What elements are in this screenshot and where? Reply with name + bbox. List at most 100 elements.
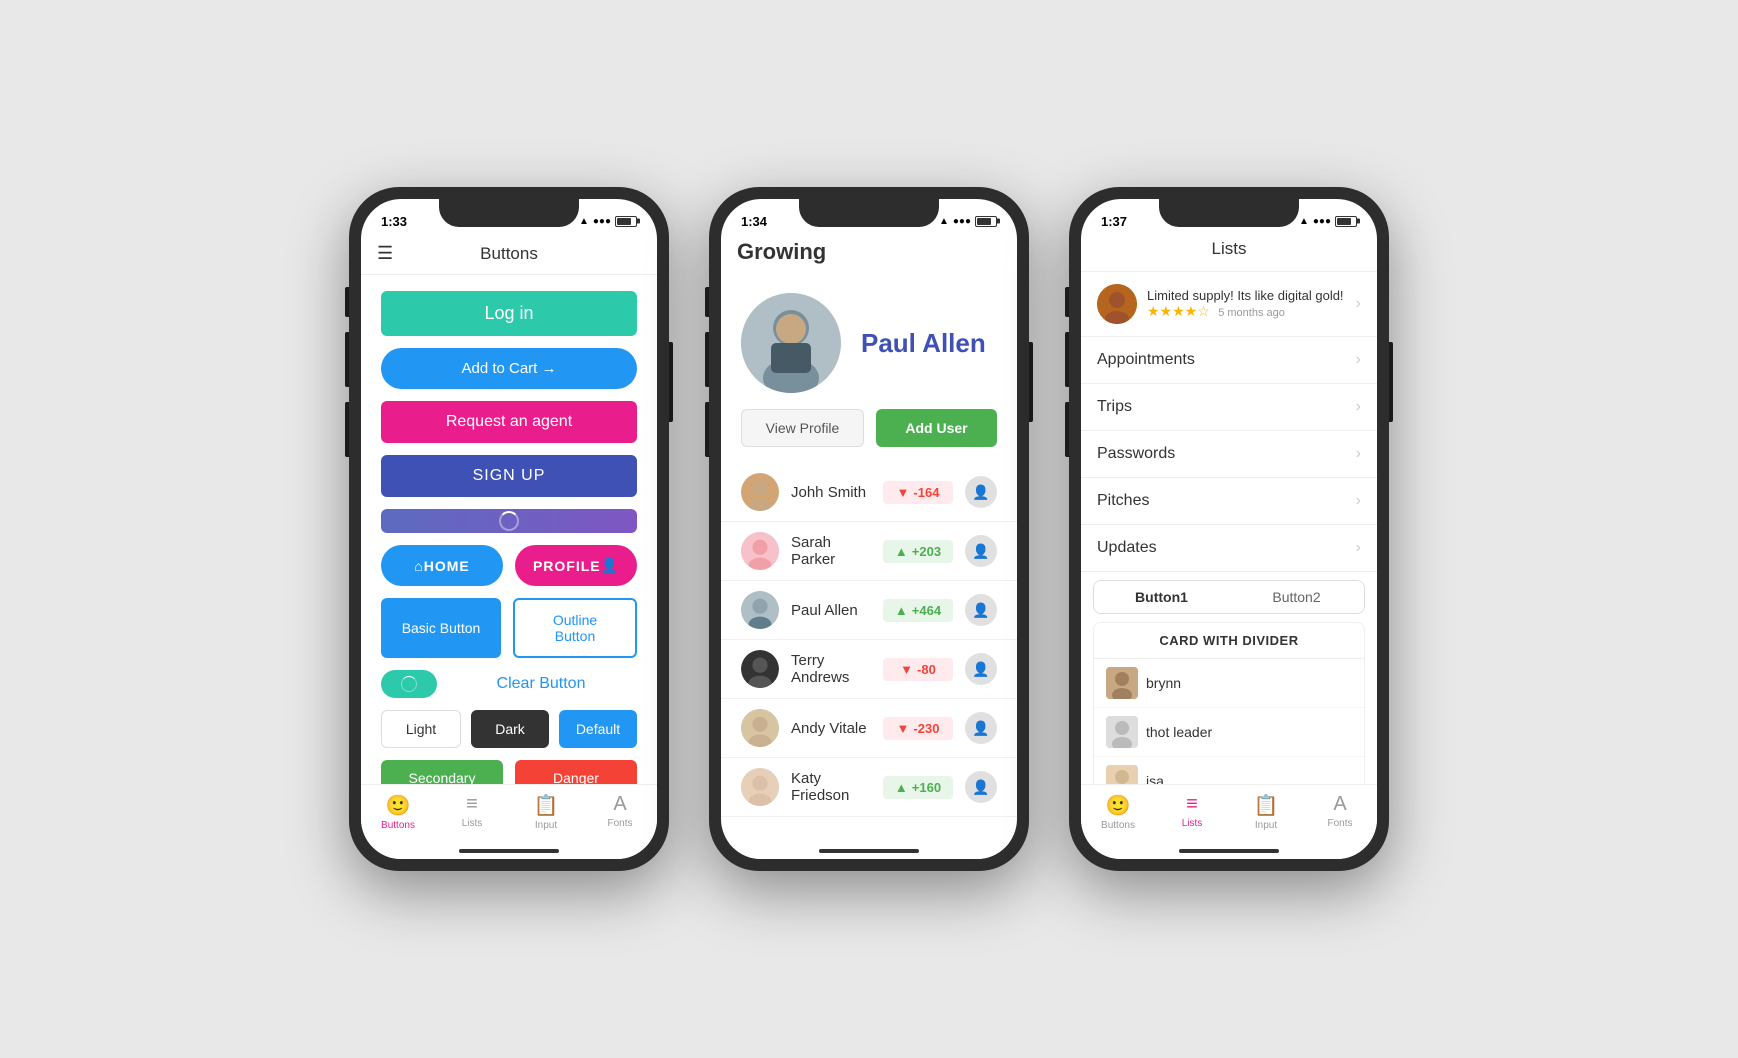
user-action-icon[interactable]: 👤 [965, 535, 997, 567]
menu-item-trips[interactable]: Trips › [1081, 384, 1377, 431]
signup-button[interactable]: SIGN UP [381, 455, 637, 497]
danger-button[interactable]: Danger [515, 760, 637, 784]
tab-fonts-3[interactable]: A Fonts [1303, 793, 1377, 831]
loading-button[interactable] [381, 509, 637, 533]
user-score-2: ▲ +464 [883, 599, 953, 622]
tab-fonts[interactable]: A Fonts [583, 793, 657, 831]
home-bar-2 [819, 849, 919, 853]
phone2-header: Growing [721, 235, 1017, 277]
user-action-icon[interactable]: 👤 [965, 653, 997, 685]
tab-bar-3: 🙂 Buttons ≡ Lists 📋 Input A Fonts [1081, 784, 1377, 843]
user-action-icon[interactable]: 👤 [965, 594, 997, 626]
input-icon: 📋 [534, 793, 559, 818]
hamburger-icon[interactable]: ☰ [377, 243, 393, 264]
list-icon: ≡ [466, 793, 478, 816]
phone1-header: ☰ Buttons [361, 235, 657, 275]
login-button[interactable]: Log in [381, 291, 637, 336]
menu-item-pitches[interactable]: Pitches › [1081, 478, 1377, 525]
signal-icon-3: ●●● [1313, 216, 1331, 227]
view-profile-button[interactable]: View Profile [741, 409, 864, 447]
score-arrow: ▼ [900, 662, 913, 677]
profile-section: Paul Allen [721, 277, 1017, 409]
user-row: Andy Vitale ▼ -230 👤 [721, 699, 1017, 758]
card-username: brynn [1146, 675, 1181, 691]
menu-item-updates[interactable]: Updates › [1081, 525, 1377, 572]
phone-3-screen: 1:37 ▲ ●●● Lists Limited supply! Its lik… [1081, 199, 1377, 859]
fonts-icon-3: A [1333, 793, 1346, 816]
menu-label: Trips [1097, 398, 1132, 416]
tab-buttons-3[interactable]: 🙂 Buttons [1081, 793, 1155, 831]
user-action-icon[interactable]: 👤 [965, 476, 997, 508]
tab-fonts-label: Fonts [607, 818, 632, 829]
user-list: Johh Smith ▼ -164 👤 Sarah Parker ▲ + [721, 463, 1017, 843]
user-action-icon[interactable]: 👤 [965, 712, 997, 744]
tab-input[interactable]: 📋 Input [509, 793, 583, 831]
user-row: Paul Allen ▲ +464 👤 [721, 581, 1017, 640]
buttons-content: Log in Add to Cart → Request an agent SI… [361, 275, 657, 784]
default-button[interactable]: Default [559, 710, 637, 748]
toggle-button[interactable] [381, 670, 437, 698]
phone-3: 1:37 ▲ ●●● Lists Limited supply! Its lik… [1069, 187, 1389, 871]
smiley-icon: 🙂 [386, 793, 411, 818]
theme-row: Light Dark Default [381, 710, 637, 748]
secondary-danger-row: Secondary Danger [381, 760, 637, 784]
user-score-1: ▲ +203 [883, 540, 953, 563]
basic-button[interactable]: Basic Button [381, 598, 501, 658]
menu-item-passwords[interactable]: Passwords › [1081, 431, 1377, 478]
card-user-row: brynn [1094, 659, 1364, 708]
user-row: Sarah Parker ▲ +203 👤 [721, 522, 1017, 581]
add-user-button[interactable]: Add User [876, 409, 997, 447]
add-to-cart-button[interactable]: Add to Cart → [381, 348, 637, 389]
profile-button[interactable]: PROFILE 👤 [515, 545, 637, 586]
user-action-icon[interactable]: 👤 [965, 771, 997, 803]
home-button[interactable]: ⌂ HOME [381, 545, 503, 586]
card-avatar [1106, 765, 1138, 784]
user-row: Katy Friedson ▲ +160 👤 [721, 758, 1017, 817]
tab-buttons[interactable]: 🙂 Buttons [361, 793, 435, 831]
spinner-icon [499, 511, 519, 531]
tab-lists-label-3: Lists [1182, 818, 1203, 829]
smiley-icon-3: 🙂 [1106, 793, 1131, 818]
chevron-icon: › [1356, 445, 1361, 463]
clear-button[interactable]: Clear Button [445, 675, 637, 693]
phone-1: 1:33 ▲ ●●● ☰ Buttons Log in Add to Cart … [349, 187, 669, 871]
tab-lists-3[interactable]: ≡ Lists [1155, 793, 1229, 831]
fonts-icon: A [613, 793, 626, 816]
profile-avatar [741, 293, 841, 393]
user-icon: 👤 [601, 557, 619, 574]
tab-fonts-label-3: Fonts [1327, 818, 1352, 829]
dark-button[interactable]: Dark [471, 710, 549, 748]
tab-lists[interactable]: ≡ Lists [435, 793, 509, 831]
tab-button1[interactable]: Button1 [1094, 581, 1229, 613]
review-card[interactable]: Limited supply! Its like digital gold! ★… [1081, 272, 1377, 337]
card-username: jsa [1146, 773, 1164, 784]
notch [439, 199, 579, 227]
home-bar [459, 849, 559, 853]
basic-outline-row: Basic Button Outline Button [381, 598, 637, 658]
tab-input-3[interactable]: 📋 Input [1229, 793, 1303, 831]
outline-button[interactable]: Outline Button [513, 598, 637, 658]
secondary-button[interactable]: Secondary [381, 760, 503, 784]
tab-buttons-group: Button1 Button2 [1093, 580, 1365, 614]
user-row: Terry Andrews ▼ -80 👤 [721, 640, 1017, 699]
tab-input-label: Input [535, 820, 557, 831]
app-title: Growing [737, 239, 1001, 265]
user-name: Andy Vitale [791, 720, 871, 737]
menu-item-appointments[interactable]: Appointments › [1081, 337, 1377, 384]
wifi-icon-3: ▲ [1299, 216, 1309, 227]
user-score-3: ▼ -80 [883, 658, 953, 681]
chevron-icon: › [1356, 295, 1361, 313]
tab-button2[interactable]: Button2 [1229, 581, 1364, 613]
light-button[interactable]: Light [381, 710, 461, 748]
user-avatar [741, 532, 779, 570]
phone-2-screen: 1:34 ▲ ●●● Growing [721, 199, 1017, 859]
home-indicator-3 [1081, 843, 1377, 859]
review-meta: ★★★★☆ 5 months ago [1147, 303, 1346, 321]
card-user-row: thot leader [1094, 708, 1364, 757]
score-arrow: ▼ [897, 485, 910, 500]
menu-label: Appointments [1097, 351, 1195, 369]
request-agent-button[interactable]: Request an agent [381, 401, 637, 443]
tab-input-label-3: Input [1255, 820, 1277, 831]
battery-icon-2 [975, 216, 997, 227]
phones-container: 1:33 ▲ ●●● ☰ Buttons Log in Add to Cart … [349, 187, 1389, 871]
